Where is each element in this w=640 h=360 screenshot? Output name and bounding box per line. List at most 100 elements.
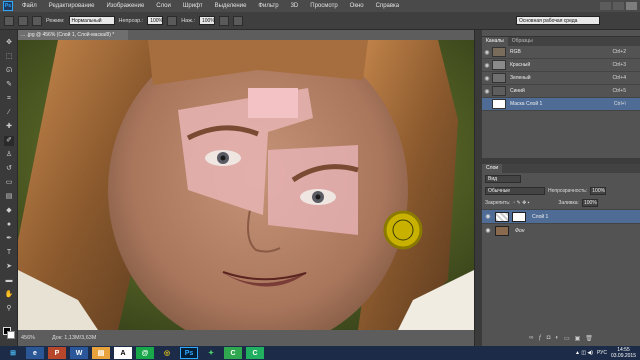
folder-icon[interactable]: ▭ xyxy=(564,335,570,344)
explorer-icon[interactable]: ▤ xyxy=(92,347,110,359)
blur-icon[interactable]: ◆ xyxy=(4,206,14,216)
pressure-opacity-icon[interactable] xyxy=(167,15,178,26)
photoshop-logo-icon: Ps xyxy=(3,1,13,11)
link-icon[interactable]: ∞ xyxy=(529,335,533,344)
channel-row-green[interactable]: ◉ Зеленый Ctrl+4 xyxy=(482,72,640,85)
maximize-button[interactable] xyxy=(613,2,624,10)
menu-type[interactable]: Шрифт xyxy=(177,3,209,9)
background-color-swatch[interactable] xyxy=(7,331,15,339)
ie-icon[interactable]: e xyxy=(26,347,44,359)
language-indicator[interactable]: РУС xyxy=(597,350,607,356)
layer-opacity-input[interactable]: 100% xyxy=(590,187,607,195)
channel-shortcut: Ctrl+4 xyxy=(612,75,626,81)
options-bar: Режим: Нормальный Непрозр.: 100% Наж.: 1… xyxy=(0,12,640,30)
path-select-icon[interactable]: ➤ xyxy=(4,262,14,272)
eye-icon[interactable]: ◉ xyxy=(484,213,492,220)
brush-tool-preset-icon[interactable] xyxy=(4,15,14,26)
brush-icon[interactable]: ✐ xyxy=(4,136,14,146)
type-icon[interactable]: T xyxy=(4,248,14,258)
layer-row-layer1[interactable]: ◉ Слой 1 xyxy=(482,209,640,223)
layer-filter-select[interactable]: Вид xyxy=(485,175,521,183)
channel-row-rgb[interactable]: ◉ RGB Ctrl+2 xyxy=(482,46,640,59)
pressure-input[interactable]: 100% xyxy=(198,16,215,25)
workspace-select[interactable]: Основная рабочая среда xyxy=(516,16,600,25)
channel-shortcut: Ctrl+\ xyxy=(613,101,626,107)
word-icon[interactable]: W xyxy=(70,347,88,359)
menu-edit[interactable]: Редактирование xyxy=(43,3,101,9)
history-brush-icon[interactable]: ↺ xyxy=(4,164,14,174)
quick-select-icon[interactable]: ✎ xyxy=(4,80,14,90)
zoom-icon[interactable]: ⚲ xyxy=(4,304,14,314)
hand-icon[interactable]: ✋ xyxy=(4,290,14,300)
tab-layers[interactable]: Слои xyxy=(482,164,503,173)
menu-image[interactable]: Изображение xyxy=(100,3,150,9)
channel-row-red[interactable]: ◉ Красный Ctrl+3 xyxy=(482,59,640,72)
shape-icon[interactable]: ▬ xyxy=(4,276,14,286)
zoom-readout[interactable]: 456% xyxy=(18,335,52,341)
marquee-icon[interactable]: ⬚ xyxy=(4,52,14,62)
fill-input[interactable]: 100% xyxy=(581,199,598,207)
tray-icons[interactable]: ▲ ◫ ◀) xyxy=(575,350,593,356)
photoshop-icon[interactable]: Ps xyxy=(180,347,198,359)
layer-mask-thumbnail[interactable] xyxy=(512,211,526,222)
eye-icon[interactable]: ◉ xyxy=(482,49,492,56)
move-icon[interactable]: ✥ xyxy=(4,38,14,48)
layer-row-background[interactable]: ◉ Фон xyxy=(482,223,640,237)
recorder-icon[interactable]: C xyxy=(246,347,264,359)
adjustment-icon[interactable]: ◐ xyxy=(555,335,559,344)
menu-layers[interactable]: Слои xyxy=(150,3,177,9)
pen-icon[interactable]: ✒ xyxy=(4,234,14,244)
fx-icon[interactable]: ƒ xyxy=(538,335,541,344)
powerpoint-icon[interactable]: P xyxy=(48,347,66,359)
channel-row-blue[interactable]: ◉ Синий Ctrl+5 xyxy=(482,85,640,98)
menu-help[interactable]: Справка xyxy=(370,3,406,9)
menu-window[interactable]: Окно xyxy=(344,3,370,9)
healing-brush-icon[interactable]: ✚ xyxy=(4,122,14,132)
channel-row-layer-mask[interactable]: Маска Слой 1 Ctrl+\ xyxy=(482,98,640,111)
tab-channels[interactable]: Каналы xyxy=(482,37,508,46)
minimize-button[interactable] xyxy=(600,2,611,10)
brush-panel-toggle-icon[interactable] xyxy=(32,15,42,26)
camtasia-icon[interactable]: C xyxy=(224,347,242,359)
add-mask-icon[interactable]: ◘ xyxy=(547,335,551,344)
eye-icon[interactable]: ◉ xyxy=(484,227,492,234)
clock[interactable]: 14:55 03.09.2015 xyxy=(611,347,636,359)
close-button[interactable] xyxy=(626,2,637,10)
image-canvas[interactable] xyxy=(18,40,474,330)
gradient-icon[interactable]: ▤ xyxy=(4,192,14,202)
eye-icon[interactable]: ◉ xyxy=(482,62,492,69)
lock-icons[interactable]: ▫ ✎ ✥ ▪ xyxy=(513,200,555,206)
tab-swatches[interactable]: Образцы xyxy=(508,37,537,46)
airbrush-icon[interactable] xyxy=(218,15,229,26)
trash-icon[interactable]: 🗑 xyxy=(585,335,593,344)
menu-select[interactable]: Выделение xyxy=(209,3,253,9)
document-tab[interactable]: ... .jpg @ 456% (Слой 1, Слой-маска/8) * xyxy=(18,30,128,40)
eye-icon[interactable]: ◉ xyxy=(482,75,492,82)
channel-name: Зеленый xyxy=(510,75,531,81)
menu-filter[interactable]: Фильтр xyxy=(252,3,284,9)
eraser-icon[interactable]: ▭ xyxy=(4,178,14,188)
brush-size-picker-icon[interactable] xyxy=(18,15,28,26)
app-icon[interactable]: A xyxy=(114,347,132,359)
lasso-icon[interactable]: ᘏ xyxy=(4,66,14,76)
blend-mode-select[interactable]: Обычные xyxy=(485,187,545,195)
channel-name: Красный xyxy=(510,62,531,68)
windows-start-icon[interactable]: ⊞ xyxy=(4,347,22,359)
menu-view[interactable]: Просмотр xyxy=(304,3,343,9)
chrome-icon[interactable]: ◎ xyxy=(158,347,176,359)
clone-stamp-icon[interactable]: ♙ xyxy=(4,150,14,160)
pressure-size-icon[interactable] xyxy=(232,15,243,26)
mode-label: Режим: xyxy=(46,17,65,24)
new-layer-icon[interactable]: ▣ xyxy=(575,335,581,344)
menu-3d[interactable]: 3D xyxy=(285,3,305,9)
channel-name: RGB xyxy=(510,49,521,55)
crop-icon[interactable]: ⌗ xyxy=(4,94,14,104)
opacity-input[interactable]: 100% xyxy=(147,16,164,25)
menu-file[interactable]: Файл xyxy=(16,3,43,9)
eye-icon[interactable]: ◉ xyxy=(482,88,492,95)
at-icon[interactable]: @ xyxy=(136,347,154,359)
eyedropper-icon[interactable]: ⁄ xyxy=(4,108,14,118)
green-app-icon[interactable]: ✦ xyxy=(202,347,220,359)
mode-select[interactable]: Нормальный xyxy=(68,16,115,25)
dodge-icon[interactable]: ● xyxy=(4,220,14,230)
